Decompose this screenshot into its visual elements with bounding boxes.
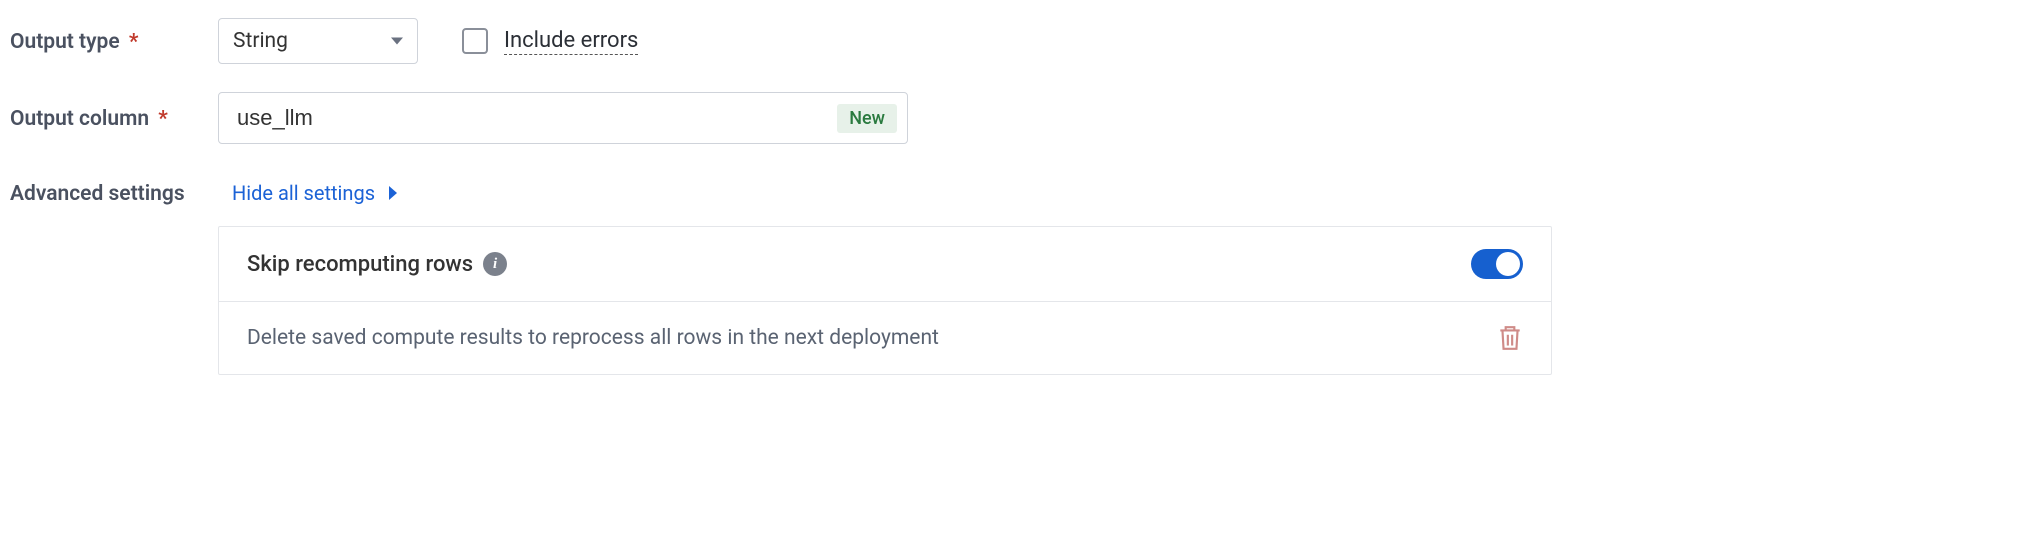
trash-icon bbox=[1497, 324, 1523, 352]
output-type-select[interactable]: String bbox=[218, 18, 418, 64]
advanced-settings-panel: Skip recomputing rows i Delete saved com… bbox=[218, 226, 1552, 375]
skip-recompute-toggle[interactable] bbox=[1471, 249, 1523, 279]
delete-saved-button[interactable] bbox=[1497, 324, 1523, 352]
output-type-label: Output type * bbox=[10, 28, 218, 54]
output-type-value: String bbox=[233, 29, 288, 53]
include-errors-checkbox[interactable] bbox=[462, 28, 488, 54]
caret-right-icon bbox=[389, 186, 397, 200]
required-star: * bbox=[158, 107, 168, 131]
hide-all-settings-link[interactable]: Hide all settings bbox=[232, 181, 397, 205]
chevron-down-icon bbox=[391, 38, 403, 45]
delete-saved-row: Delete saved compute results to reproces… bbox=[219, 301, 1551, 374]
include-errors-label: Include errors bbox=[504, 28, 638, 55]
output-column-label: Output column * bbox=[10, 105, 218, 131]
required-star: * bbox=[129, 30, 139, 54]
delete-saved-description: Delete saved compute results to reproces… bbox=[247, 326, 1497, 350]
info-icon[interactable]: i bbox=[483, 252, 507, 276]
toggle-knob bbox=[1496, 252, 1520, 276]
output-column-input[interactable] bbox=[235, 104, 827, 132]
new-badge: New bbox=[837, 104, 897, 133]
skip-recompute-label: Skip recomputing rows bbox=[247, 252, 473, 277]
output-column-field-wrap: New bbox=[218, 92, 908, 144]
skip-recompute-row: Skip recomputing rows i bbox=[219, 227, 1551, 301]
advanced-settings-label: Advanced settings bbox=[10, 180, 218, 206]
